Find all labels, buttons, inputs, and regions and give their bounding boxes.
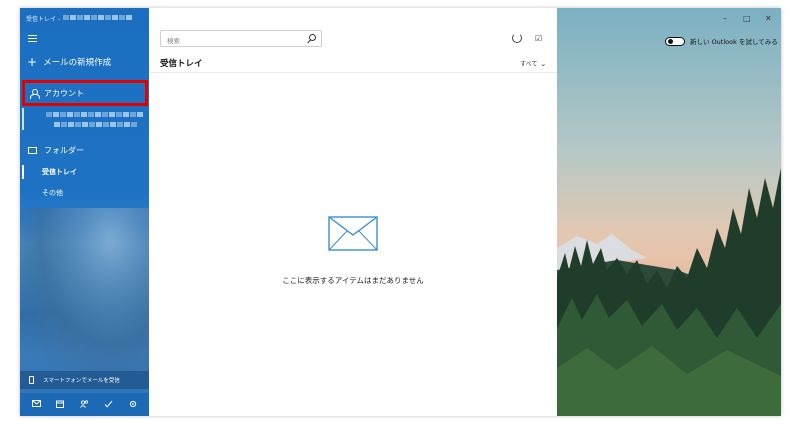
minimize-button[interactable]: – — [723, 14, 727, 23]
filter-label: すべて — [520, 61, 538, 68]
folders-button[interactable]: フォルダー — [28, 145, 84, 156]
mail-window: 受信トレイ - + メールの新規作成 アカウント フォルダー 受信トレイ その他… — [20, 8, 781, 416]
phone-label: スマートフォンでメールを受信 — [43, 378, 120, 384]
window-title: 受信トレイ - — [26, 14, 133, 23]
toggle-switch[interactable] — [665, 36, 685, 46]
account-label: アカウント — [44, 88, 84, 98]
reading-pane: – □ ✕ 新しい Outlook を試してみる — [557, 8, 781, 416]
sidebar-background-art — [20, 208, 149, 373]
sidebar: 受信トレイ - + メールの新規作成 アカウント フォルダー 受信トレイ その他… — [20, 8, 149, 416]
todo-icon[interactable] — [103, 400, 115, 410]
try-new-outlook-toggle[interactable]: 新しい Outlook を試してみる — [665, 36, 778, 46]
calendar-icon[interactable] — [54, 400, 66, 410]
try-outlook-label: 新しい Outlook を試してみる — [690, 38, 778, 46]
account-button[interactable]: アカウント — [22, 80, 148, 106]
people-icon[interactable] — [78, 399, 90, 410]
account-selection-indicator — [22, 108, 24, 130]
selection-mode-icon[interactable]: ☑ — [535, 34, 542, 43]
list-header-divider — [149, 72, 557, 73]
forest-background-image — [557, 8, 781, 416]
app-switcher-bar — [20, 393, 149, 416]
list-title: 受信トレイ — [160, 59, 203, 69]
maximize-button[interactable]: □ — [743, 14, 751, 23]
empty-envelope-icon — [328, 216, 378, 251]
person-icon — [30, 88, 40, 99]
search-input[interactable]: 検索 — [160, 30, 322, 47]
folder-item-inbox[interactable]: 受信トレイ — [20, 164, 149, 180]
search-icon[interactable] — [309, 34, 316, 41]
folders-label: フォルダー — [44, 146, 84, 155]
folder-item-label: その他 — [42, 189, 63, 197]
empty-list-message: ここに表示するアイテムはまだありません — [282, 276, 424, 285]
plus-icon: + — [27, 55, 38, 69]
folder-item-other[interactable]: その他 — [42, 188, 63, 198]
window-title-text: 受信トレイ - — [26, 16, 61, 23]
message-list-pane: 検索 ☑ 受信トレイ すべて ⌄ ここに表示するアイテムはまだありません — [149, 8, 557, 416]
close-button[interactable]: ✕ — [765, 14, 772, 23]
hamburger-menu-icon[interactable] — [28, 35, 37, 42]
folder-icon — [28, 147, 37, 154]
sync-icon[interactable] — [512, 33, 522, 43]
search-placeholder: 検索 — [167, 37, 180, 45]
folder-item-label: 受信トレイ — [42, 168, 77, 176]
phone-icon — [29, 376, 34, 384]
filter-dropdown[interactable]: すべて ⌄ — [520, 59, 547, 69]
settings-icon[interactable] — [127, 400, 139, 410]
new-mail-button[interactable]: + メールの新規作成 — [27, 56, 111, 68]
redacted-account-row-2 — [54, 122, 138, 127]
redacted-account-name — [63, 15, 133, 22]
get-mail-on-phone-button[interactable]: スマートフォンでメールを受信 — [20, 371, 149, 389]
chevron-down-icon: ⌄ — [540, 59, 547, 68]
mail-icon[interactable] — [30, 400, 42, 409]
redacted-account-row-1[interactable] — [46, 112, 144, 117]
new-mail-label: メールの新規作成 — [43, 58, 112, 68]
